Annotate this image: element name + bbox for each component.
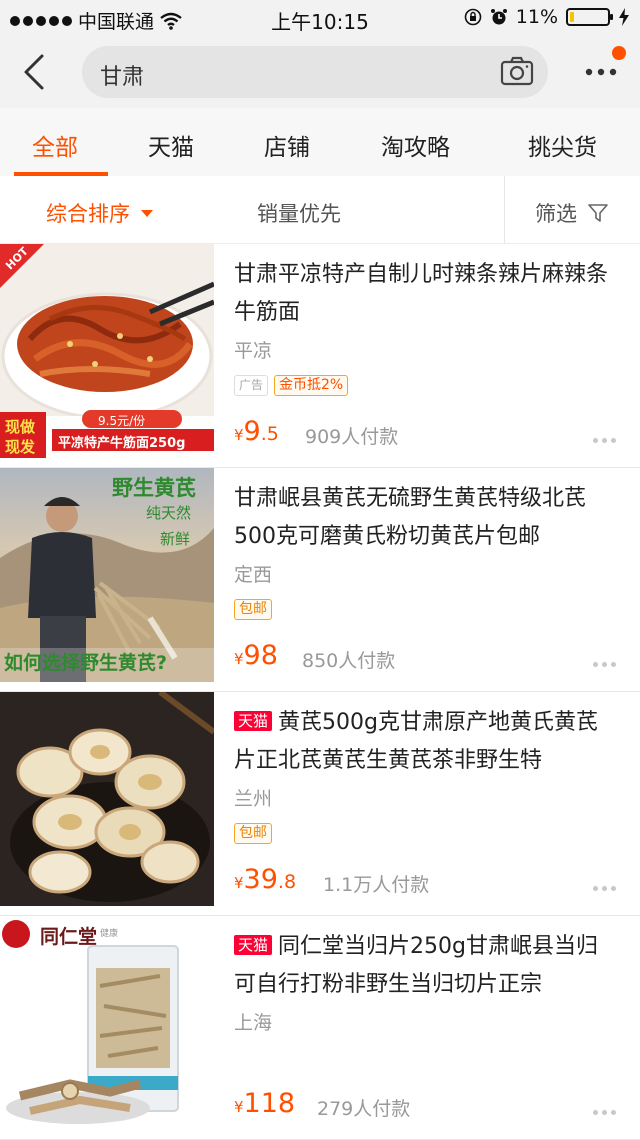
more-options-icon[interactable] (593, 438, 616, 443)
product-tags: 广告 金币抵2% (234, 375, 349, 396)
badge-made: 现做 (5, 418, 36, 436)
camera-icon[interactable] (500, 56, 534, 86)
free-shipping-tag: 包邮 (234, 823, 272, 844)
product-item[interactable]: 同仁堂 健康 天猫 同仁堂当归片250g甘肃岷县当归可自行打粉非野生当归切片正宗 … (0, 916, 640, 1140)
tab-all[interactable]: 全部 (32, 128, 78, 162)
image-title: 野生黄芪 (112, 476, 196, 500)
image-line2: 纯天然 (146, 504, 192, 522)
brand-sub-text: 健康 (100, 929, 119, 939)
image-line3: 新鲜 (160, 530, 191, 548)
product-location: 兰州 (234, 788, 273, 810)
tab-tmall[interactable]: 天猫 (148, 128, 194, 162)
more-options-icon[interactable] (593, 886, 616, 891)
battery-percent: 11% (515, 6, 558, 28)
product-image[interactable]: 野生黄芪 纯天然 新鲜 如何选择野生黄芪? (0, 468, 214, 682)
product-item[interactable]: HOT 现做 现发 9.5元/份 平凉特产牛筋面250g 甘肃平凉特产自制儿时辣… (0, 244, 640, 468)
product-title-text: 黄芪500g克甘肃原产地黄氏黄芪片正北芪黄芪生黄芪茶非野生特 (234, 710, 598, 773)
sales-count: 909人付款 (305, 426, 399, 448)
product-price: ¥9.5 (234, 416, 279, 447)
charging-icon (619, 8, 629, 26)
product-item[interactable]: 野生黄芪 纯天然 新鲜 如何选择野生黄芪? 甘肃岷县黄芪无硫野生黄芪特级北芪50… (0, 468, 640, 692)
image-desc: 平凉特产牛筋面250g (58, 436, 186, 451)
search-header: 甘肃 (0, 36, 640, 108)
search-query[interactable]: 甘肃 (100, 59, 144, 91)
tab-shops[interactable]: 店铺 (264, 128, 310, 162)
sales-count: 850人付款 (302, 650, 396, 672)
price-currency: ¥ (234, 1098, 244, 1116)
product-title[interactable]: 甘肃岷县黄芪无硫野生黄芪特级北芪500克可磨黄氏粉切黄芪片包邮 (234, 480, 610, 556)
more-options-icon[interactable] (593, 1110, 616, 1115)
price-integer: 9 (243, 416, 261, 447)
tab-guides[interactable]: 淘攻略 (381, 128, 450, 162)
price-decimal: .5 (260, 423, 279, 445)
product-tags: 包邮 (234, 823, 272, 844)
price-integer: 118 (243, 1088, 296, 1119)
sales-count: 1.1万人付款 (323, 874, 430, 896)
product-item[interactable]: 天猫 黄芪500g克甘肃原产地黄氏黄芪片正北芪黄芪生黄芪茶非野生特 兰州 包邮 ¥… (0, 692, 640, 916)
price-currency: ¥ (234, 650, 244, 668)
ad-tag: 广告 (234, 375, 269, 396)
back-arrow-icon[interactable] (18, 52, 52, 92)
sort-comprehensive-label: 综合排序 (46, 202, 130, 226)
filter-label: 筛选 (535, 202, 577, 226)
sort-comprehensive[interactable]: 综合排序 (46, 198, 153, 228)
product-title[interactable]: 天猫 黄芪500g克甘肃原产地黄氏黄芪片正北芪黄芪生黄芪茶非野生特 (234, 704, 610, 780)
product-price: ¥98 (234, 640, 278, 671)
free-shipping-tag: 包邮 (234, 599, 272, 620)
alarm-icon (490, 9, 507, 25)
product-image[interactable]: HOT 现做 现发 9.5元/份 平凉特产牛筋面250g (0, 244, 214, 458)
product-location: 定西 (234, 564, 273, 586)
filter-icon (587, 204, 608, 222)
product-location: 平凉 (234, 340, 273, 362)
sales-count: 279人付款 (317, 1098, 411, 1120)
notification-dot (612, 46, 626, 60)
price-integer: 98 (243, 640, 278, 671)
product-title-text: 同仁堂当归片250g甘肃岷县当归可自行打粉非野生当归切片正宗 (234, 934, 598, 997)
tab-premium[interactable]: 挑尖货 (528, 128, 597, 162)
divider (504, 176, 505, 244)
status-bar: 中国联通 上午10:15 11% (0, 0, 640, 36)
category-tabs: 全部 天猫 店铺 淘攻略 挑尖货 (0, 108, 640, 176)
tmall-badge: 天猫 (234, 711, 273, 731)
product-title[interactable]: 甘肃平凉特产自制儿时辣条辣片麻辣条牛筋面 (234, 256, 610, 332)
image-caption: 如何选择野生黄芪? (4, 652, 168, 674)
product-price: ¥39.8 (234, 864, 296, 895)
herb-slices-image (10, 692, 214, 902)
product-price: ¥118 (234, 1088, 295, 1119)
more-options-icon[interactable] (593, 662, 616, 667)
coin-tag: 金币抵2% (274, 375, 349, 396)
more-icon[interactable] (584, 62, 618, 82)
product-image[interactable] (0, 692, 214, 906)
price-currency: ¥ (234, 426, 244, 444)
price-integer: 39 (243, 864, 278, 895)
dropdown-caret-icon (140, 210, 153, 217)
rotation-lock-icon (464, 8, 482, 26)
sort-bar: 综合排序 销量优先 筛选 (0, 176, 640, 396)
image-price-tag: 9.5元/份 (98, 414, 146, 428)
tmall-badge: 天猫 (234, 935, 273, 955)
price-decimal: .8 (277, 871, 297, 893)
search-box[interactable]: 甘肃 (82, 46, 548, 98)
sort-sales-first[interactable]: 销量优先 (257, 198, 341, 228)
product-title[interactable]: 天猫 同仁堂当归片250g甘肃岷县当归可自行打粉非野生当归切片正宗 (234, 928, 610, 1004)
battery-icon (566, 8, 613, 26)
brand-logo-text: 同仁堂 (40, 926, 98, 948)
badge-ship: 现发 (5, 438, 36, 456)
product-location: 上海 (234, 1012, 273, 1034)
product-tags: 包邮 (234, 599, 272, 620)
angelica-package-image (2, 920, 179, 1124)
product-image[interactable]: 同仁堂 健康 (0, 916, 214, 1130)
filter-button[interactable]: 筛选 (535, 198, 608, 228)
price-currency: ¥ (234, 874, 244, 892)
